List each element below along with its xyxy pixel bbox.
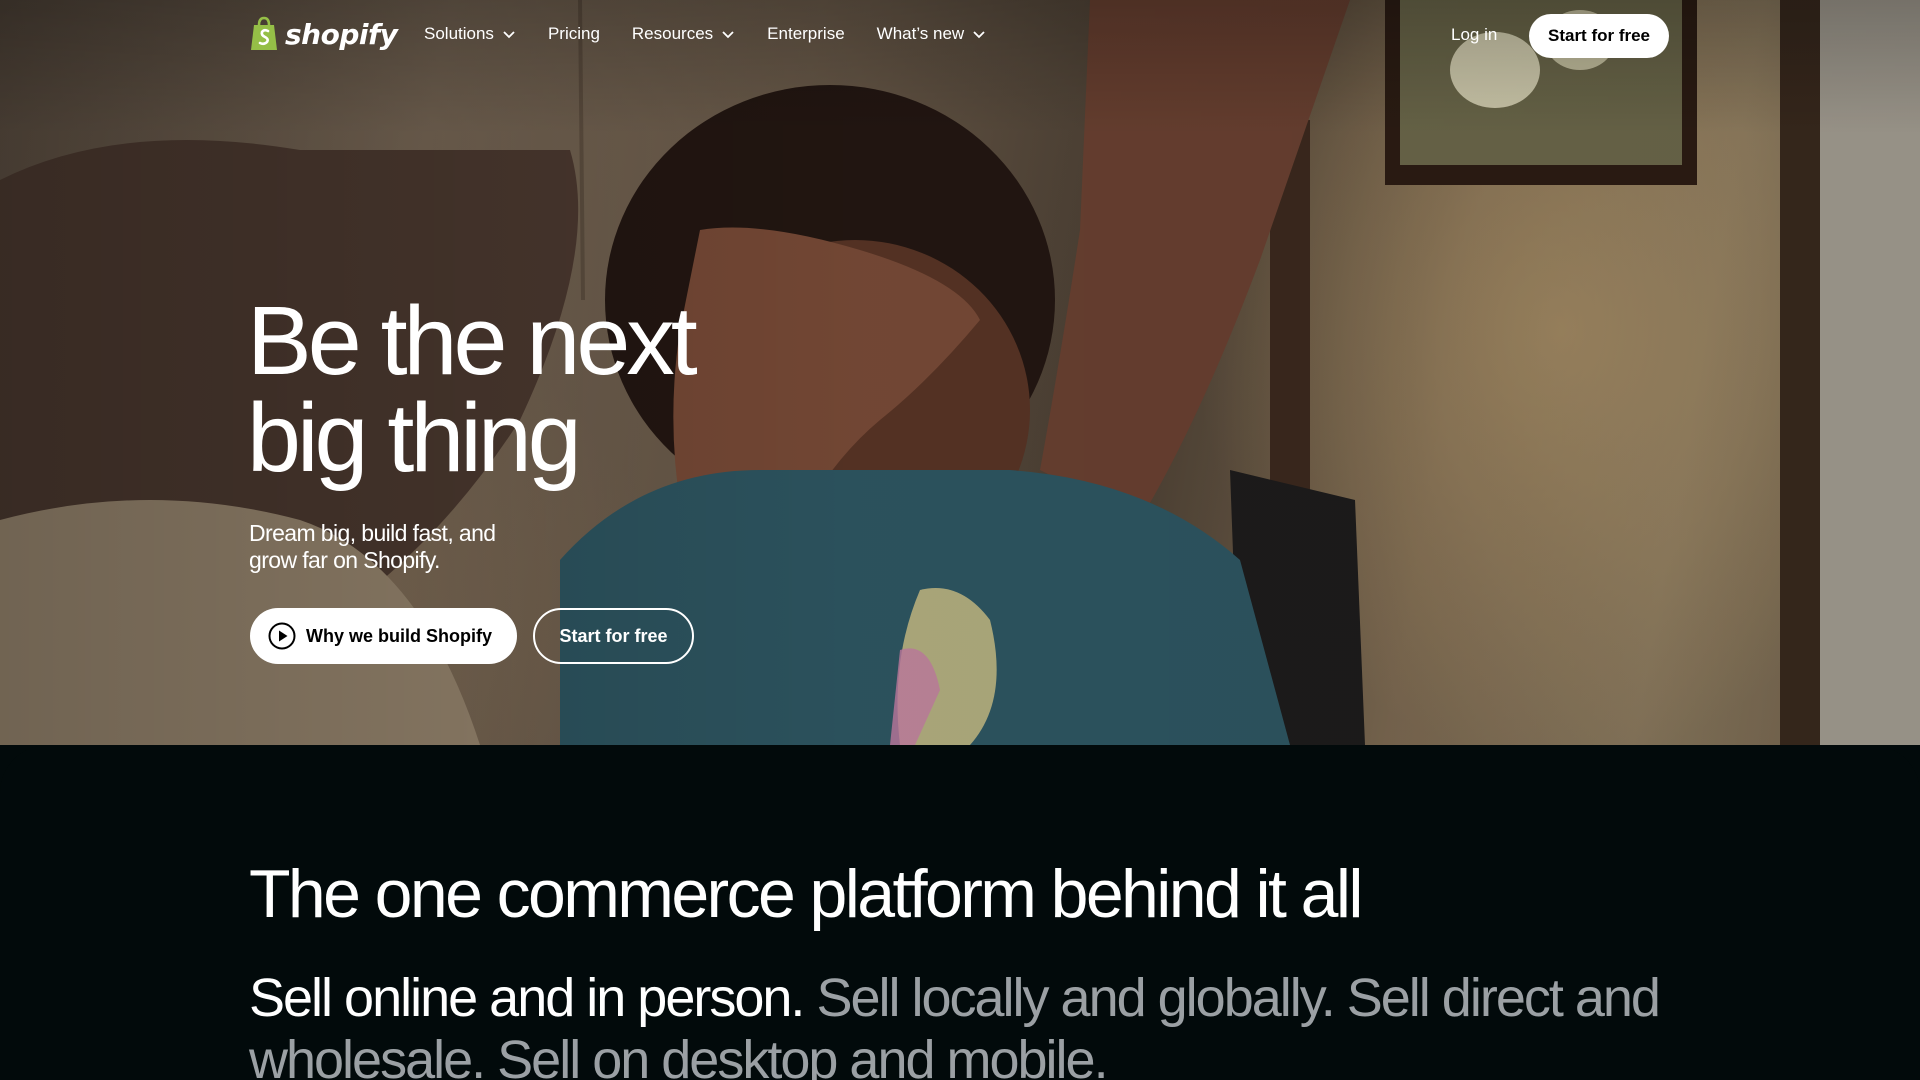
nav-menu: Solutions Pricing Resources Enterprise W… [424,24,986,44]
why-we-build-shopify-button[interactable]: Why we build Shopify [250,608,517,664]
chevron-down-icon [973,31,985,39]
nav-item-label: What’s new [876,24,965,43]
nav-item-solutions[interactable]: Solutions [424,24,516,44]
nav-item-label: Pricing [547,24,600,43]
shopify-logo[interactable]: shopify [249,16,398,52]
chevron-down-icon [722,31,734,39]
hero-title: Be the next big thing [247,292,947,486]
sell-statement-highlight: Sell online and in person. [249,968,805,1028]
nav-item-label: Enterprise [767,24,845,43]
platform-heading: The one commerce platform behind it all [249,856,1363,932]
nav-item-whats-new[interactable]: What’s new [877,24,987,44]
hero-title-line: Be the next [247,286,698,395]
top-navigation: shopify Solutions Pricing Resources Ente… [0,0,1920,74]
shopify-bag-icon [251,16,277,50]
login-link[interactable]: Log in [1451,25,1497,45]
hero-subtitle: Dream big, build fast, and grow far on S… [249,520,549,574]
start-for-free-hero-button[interactable]: Start for free [533,608,694,664]
why-we-build-label: Why we build Shopify [306,625,492,646]
nav-item-pricing[interactable]: Pricing [548,24,600,44]
hero-title-line: big thing [247,383,582,492]
nav-item-resources[interactable]: Resources [632,24,735,44]
hero-subtitle-line: grow far on Shopify. [249,547,440,573]
play-circle-icon [268,622,296,650]
nav-item-label: Resources [631,24,714,43]
chevron-down-icon [503,31,515,39]
sell-statement: Sell online and in person. Sell locally … [249,967,1679,1080]
start-for-free-nav-button[interactable]: Start for free [1529,14,1669,58]
nav-item-enterprise[interactable]: Enterprise [767,24,844,44]
logo-wordmark: shopify [285,17,398,51]
hero-subtitle-line: Dream big, build fast, and [249,520,496,546]
commerce-platform-section: The one commerce platform behind it all … [0,745,1920,1080]
nav-item-label: Solutions [424,24,494,43]
